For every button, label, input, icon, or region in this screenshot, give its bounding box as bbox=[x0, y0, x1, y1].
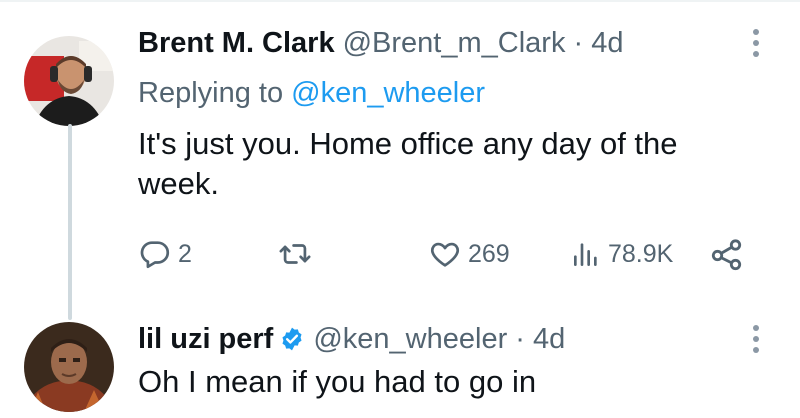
avatar-brent[interactable] bbox=[24, 36, 114, 126]
like-button[interactable]: 269 bbox=[428, 234, 510, 274]
replying-to: Replying to @ken_wheeler bbox=[138, 76, 485, 110]
views-button[interactable]: 78.9K bbox=[570, 234, 673, 274]
more-options-icon[interactable] bbox=[748, 322, 764, 356]
author-name[interactable]: lil uzi perf bbox=[138, 323, 273, 355]
tweet-header: Brent M. Clark @Brent_m_Clark · 4d bbox=[138, 26, 624, 60]
verified-badge-icon bbox=[282, 327, 302, 351]
replying-prefix: Replying to bbox=[138, 77, 284, 109]
divider bbox=[0, 0, 800, 2]
separator-dot: · bbox=[515, 323, 525, 355]
reply-count: 2 bbox=[178, 239, 192, 268]
analytics-icon bbox=[574, 243, 597, 266]
action-bar: 2 269 78.9K bbox=[138, 234, 758, 274]
reply-button[interactable]: 2 bbox=[138, 234, 192, 274]
views-count: 78.9K bbox=[608, 239, 674, 268]
separator-dot: · bbox=[573, 27, 584, 59]
share-icon bbox=[711, 239, 742, 271]
heart-icon bbox=[430, 242, 460, 267]
like-count: 269 bbox=[468, 239, 510, 268]
tweet-header: lil uzi perf @ken_wheeler · 4d bbox=[138, 322, 565, 356]
more-options-icon[interactable] bbox=[748, 26, 764, 60]
thread-connector-line bbox=[68, 124, 72, 320]
author-name[interactable]: Brent M. Clark bbox=[138, 27, 335, 59]
retweet-button[interactable] bbox=[278, 234, 312, 274]
tweet-text-line: week. bbox=[138, 166, 219, 201]
author-handle[interactable]: @Brent_m_Clark bbox=[343, 27, 566, 59]
reply-icon bbox=[140, 241, 170, 269]
tweet-text-line: It's just you. Home office any day of th… bbox=[138, 126, 678, 161]
share-button[interactable] bbox=[710, 234, 746, 274]
tweet-text-line: Oh I mean if you had to go in bbox=[138, 364, 537, 399]
replying-handle-link[interactable]: @ken_wheeler bbox=[291, 77, 485, 109]
timestamp[interactable]: 4d bbox=[533, 323, 565, 355]
tweet-text: It's just you. Home office any day of th… bbox=[138, 124, 678, 204]
avatar-lil-uzi-perf[interactable] bbox=[24, 322, 114, 412]
timestamp[interactable]: 4d bbox=[591, 27, 623, 59]
tweet-text: Oh I mean if you had to go in bbox=[138, 362, 536, 402]
retweet-icon bbox=[279, 244, 311, 264]
author-handle[interactable]: @ken_wheeler bbox=[313, 323, 507, 355]
